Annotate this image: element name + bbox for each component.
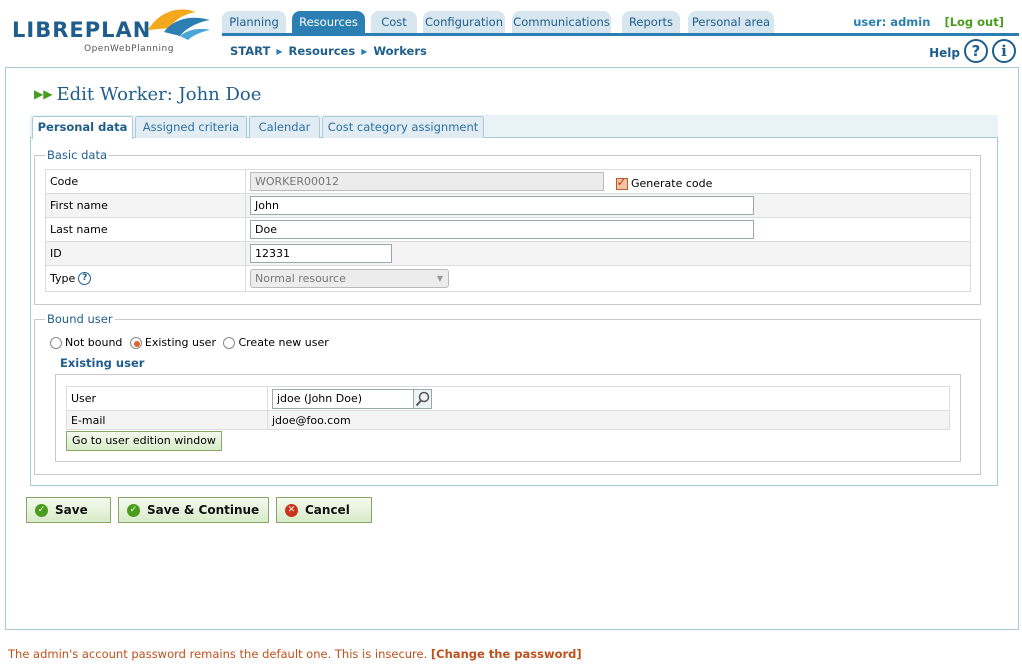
id-input[interactable]: 12331 <box>250 244 392 263</box>
check-icon: ✓ <box>127 504 140 517</box>
nav-tab-resources[interactable]: Resources <box>292 11 365 33</box>
radio-existing-user[interactable] <box>129 337 142 349</box>
user-input[interactable]: jdoe (John Doe) <box>272 388 414 409</box>
logout-link[interactable]: [Log out] <box>944 15 1004 29</box>
logo-tagline: OpenWebPlanning <box>84 44 174 54</box>
breadcrumb-separator-icon: ▶ <box>361 47 368 56</box>
type-select: Normal resource ▼ <box>250 269 449 288</box>
question-circle-icon[interactable]: ? <box>964 39 988 63</box>
last-name-input[interactable]: Doe <box>250 220 754 239</box>
info-circle-icon[interactable]: i <box>992 39 1016 63</box>
change-password-link[interactable]: [Change the password] <box>431 647 582 661</box>
id-label: ID <box>45 241 246 266</box>
page-title: ▶▶ Edit Worker: John Doe <box>34 84 261 105</box>
user-box: user: admin [Log out] <box>853 15 1004 29</box>
breadcrumb-separator-icon: ▶ <box>276 47 283 56</box>
code-input: WORKER00012 <box>250 172 604 191</box>
tab-cost-category-assignment[interactable]: Cost category assignment <box>322 116 484 138</box>
basic-data-legend: Basic data <box>45 148 110 162</box>
last-name-label: Last name <box>45 217 246 242</box>
type-label: Type <box>50 271 76 285</box>
save-continue-button[interactable]: ✓ Save & Continue <box>118 497 269 523</box>
generate-code-label: Generate code <box>631 177 713 190</box>
password-warning: The admin's account password remains the… <box>8 647 582 661</box>
breadcrumb-workers[interactable]: Workers <box>373 44 427 58</box>
nav-tab-reports[interactable]: Reports <box>622 11 680 33</box>
help-area: Help ? i <box>898 39 1018 65</box>
existing-user-table: User jdoe (John Doe) E-mail jdoe@foo.com <box>66 386 950 430</box>
first-name-row: First name John <box>45 193 971 218</box>
save-continue-button-label: Save & Continue <box>147 503 260 517</box>
nav-tab-planning[interactable]: Planning <box>222 11 286 33</box>
go-to-user-edition-button[interactable]: Go to user edition window <box>66 431 222 451</box>
current-user-label: user: admin <box>853 15 931 29</box>
code-label: Code <box>45 169 246 194</box>
tab-assigned-criteria[interactable]: Assigned criteria <box>135 116 247 138</box>
generate-code-checkbox[interactable] <box>615 175 628 190</box>
check-icon: ✓ <box>35 504 48 517</box>
worker-tabs: Personal data Assigned criteria Calendar… <box>30 115 998 139</box>
nav-tab-configuration[interactable]: Configuration <box>423 11 505 33</box>
type-select-value: Normal resource <box>255 272 346 285</box>
libreplan-logo: LIBREPLAN OpenWebPlanning <box>10 6 210 58</box>
type-help-icon[interactable]: ? <box>78 272 92 286</box>
email-row: E-mail jdoe@foo.com <box>66 410 950 430</box>
nav-tab-communications[interactable]: Communications <box>512 11 611 33</box>
search-icon <box>415 391 430 406</box>
user-bandbox: jdoe (John Doe) <box>272 388 432 409</box>
bird-logo-icon <box>148 9 210 40</box>
first-name-input[interactable]: John <box>250 196 754 215</box>
radio-not-bound-label: Not bound <box>65 336 123 349</box>
page-title-text: Edit Worker: John Doe <box>56 84 262 105</box>
radio-create-new-user-label: Create new user <box>238 336 329 349</box>
cancel-x-icon: ✕ <box>285 504 298 517</box>
user-row: User jdoe (John Doe) <box>66 386 950 411</box>
help-link[interactable]: Help <box>929 46 960 60</box>
tab-personal-data[interactable]: Personal data <box>32 116 133 139</box>
title-arrow-icon: ▶▶ <box>34 87 53 101</box>
chevron-down-icon: ▼ <box>436 274 443 283</box>
tab-calendar[interactable]: Calendar <box>249 116 320 138</box>
radio-existing-user-label: Existing user <box>144 336 216 349</box>
basic-data-table: Code WORKER00012 Generate code First nam… <box>45 169 971 292</box>
save-button-label: Save <box>55 503 88 517</box>
last-name-row: Last name Doe <box>45 217 971 242</box>
email-label: E-mail <box>66 410 268 430</box>
radio-not-bound[interactable] <box>50 337 62 349</box>
save-button[interactable]: ✓ Save <box>26 497 111 523</box>
existing-user-title: Existing user <box>60 356 145 370</box>
first-name-label: First name <box>45 193 246 218</box>
breadcrumb-start[interactable]: START <box>230 44 270 58</box>
user-label: User <box>66 386 268 411</box>
nav-tab-personal-area[interactable]: Personal area <box>688 11 774 33</box>
breadcrumb: START ▶ Resources ▶ Workers <box>230 44 427 58</box>
logo-word: LIBREPLAN <box>12 18 152 42</box>
nav-underline <box>222 33 1019 36</box>
type-row: Type? Normal resource ▼ <box>45 265 971 292</box>
nav-tab-cost[interactable]: Cost <box>371 11 417 33</box>
email-value: jdoe@foo.com <box>267 410 950 430</box>
cancel-button[interactable]: ✕ Cancel <box>276 497 372 523</box>
code-row: Code WORKER00012 Generate code <box>45 169 971 194</box>
bound-user-legend: Bound user <box>45 312 115 326</box>
breadcrumb-resources[interactable]: Resources <box>288 44 355 58</box>
search-button[interactable] <box>413 388 432 409</box>
id-row: ID 12331 <box>45 241 971 266</box>
cancel-button-label: Cancel <box>305 503 350 517</box>
password-warning-text: The admin's account password remains the… <box>8 647 428 661</box>
radio-create-new-user[interactable] <box>223 337 236 349</box>
bound-user-radio-group: Not bound Existing user Create new user <box>50 336 329 349</box>
